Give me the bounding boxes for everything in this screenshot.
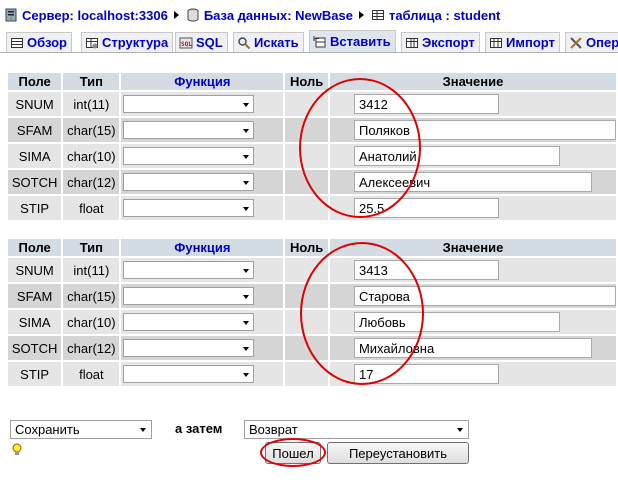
- field-type: float: [63, 196, 120, 220]
- column-header-type: Тип: [63, 73, 120, 90]
- field-name: STIP: [8, 362, 62, 386]
- tab-import-label: Импорт: [506, 35, 555, 50]
- after-insert-select[interactable]: Возврат: [244, 420, 469, 439]
- table-row: STIP float 17: [8, 362, 616, 386]
- table-icon: [371, 10, 384, 20]
- field-type: char(12): [63, 170, 120, 194]
- highlight-ellipse: [299, 78, 421, 218]
- tab-browse[interactable]: Обзор: [6, 32, 72, 52]
- tab-export[interactable]: Экспорт: [401, 32, 480, 52]
- function-cell: [121, 144, 284, 168]
- table-header-row: Поле Тип Функция Ноль Значение: [8, 239, 616, 256]
- function-cell: [121, 362, 284, 386]
- action-select[interactable]: Сохранить: [10, 420, 152, 439]
- tab-operations[interactable]: Опера: [565, 32, 618, 52]
- function-select[interactable]: [123, 339, 255, 357]
- highlight-ellipse: [300, 242, 424, 385]
- field-name: SNUM: [8, 92, 62, 116]
- function-select[interactable]: [123, 287, 255, 305]
- field-name: SFAM: [8, 284, 62, 308]
- tab-structure-label: Структура: [102, 35, 169, 50]
- breadcrumb-table[interactable]: таблица : student: [371, 8, 500, 23]
- field-name: STIP: [8, 196, 62, 220]
- highlight-ellipse: [260, 438, 326, 467]
- operations-icon: [570, 36, 582, 49]
- server-icon: [5, 8, 17, 22]
- function-select[interactable]: [123, 199, 255, 217]
- lightbulb-icon[interactable]: [11, 443, 23, 457]
- field-name: SFAM: [8, 118, 62, 142]
- field-name: SOTCH: [8, 170, 62, 194]
- field-name: SIMA: [8, 310, 62, 334]
- function-cell: [121, 118, 284, 142]
- breadcrumb-database[interactable]: База данных: NewBase: [186, 8, 353, 23]
- tab-sql-label: SQL: [196, 35, 223, 50]
- then-label: а затем: [175, 421, 223, 436]
- breadcrumb-server[interactable]: Сервер: localhost:3306: [4, 8, 168, 23]
- tab-search[interactable]: Искать: [233, 32, 304, 52]
- tab-bar: Обзор Структура SQL SQL Искать Вставить …: [0, 30, 618, 53]
- field-type: char(10): [63, 310, 120, 334]
- export-icon: [406, 37, 418, 48]
- function-select[interactable]: [123, 147, 255, 165]
- tab-insert[interactable]: Вставить: [309, 30, 396, 52]
- structure-icon: [86, 37, 98, 48]
- function-cell: [121, 310, 284, 334]
- column-header-null: Ноль: [285, 239, 328, 256]
- column-header-field: Поле: [8, 73, 62, 90]
- breadcrumb-separator-icon: [358, 11, 364, 19]
- field-type: char(15): [63, 284, 120, 308]
- field-type: char(10): [63, 144, 120, 168]
- function-cell: [121, 336, 284, 360]
- column-header-field: Поле: [8, 239, 62, 256]
- column-header-null: Ноль: [285, 73, 328, 90]
- function-cell: [121, 258, 284, 282]
- function-cell: [121, 284, 284, 308]
- function-select[interactable]: [123, 313, 255, 331]
- field-type: char(15): [63, 118, 120, 142]
- breadcrumb: Сервер: localhost:3306 База данных: NewB…: [4, 5, 500, 25]
- function-cell: [121, 92, 284, 116]
- tab-browse-label: Обзор: [27, 35, 67, 50]
- breadcrumb-server-label: Сервер: localhost:3306: [22, 7, 168, 23]
- column-header-type: Тип: [63, 239, 120, 256]
- tab-search-label: Искать: [254, 35, 299, 50]
- field-type: int(11): [63, 258, 120, 282]
- svg-text:SQL: SQL: [181, 41, 192, 48]
- tab-sql[interactable]: SQL SQL: [175, 32, 228, 52]
- field-name: SNUM: [8, 258, 62, 282]
- function-cell: [121, 196, 284, 220]
- tab-structure[interactable]: Структура: [81, 32, 174, 52]
- field-name: SOTCH: [8, 336, 62, 360]
- table-row: STIP float 25.5: [8, 196, 616, 220]
- browse-icon: [11, 37, 23, 48]
- database-icon: [187, 8, 199, 22]
- insert-icon: [313, 35, 326, 47]
- breadcrumb-database-label: База данных: NewBase: [203, 7, 353, 23]
- function-select[interactable]: [123, 121, 255, 139]
- table-header-row: Поле Тип Функция Ноль Значение: [8, 73, 616, 90]
- field-type: int(11): [63, 92, 120, 116]
- sql-icon: SQL: [179, 37, 193, 48]
- tab-operations-label: Опера: [586, 35, 618, 50]
- function-select[interactable]: [123, 95, 255, 113]
- function-cell: [121, 170, 284, 194]
- function-select[interactable]: [123, 261, 255, 279]
- tab-export-label: Экспорт: [422, 35, 475, 50]
- tab-import[interactable]: Импорт: [485, 32, 560, 52]
- import-icon: [490, 37, 502, 48]
- column-header-function[interactable]: Функция: [121, 239, 284, 256]
- field-type: float: [63, 362, 120, 386]
- function-select[interactable]: [123, 173, 255, 191]
- field-type: char(12): [63, 336, 120, 360]
- field-name: SIMA: [8, 144, 62, 168]
- search-icon: [238, 36, 251, 49]
- breadcrumb-table-label: таблица : student: [388, 7, 501, 23]
- function-select[interactable]: [123, 365, 255, 383]
- breadcrumb-separator-icon: [173, 11, 179, 19]
- tab-insert-label: Вставить: [330, 34, 391, 49]
- column-header-function[interactable]: Функция: [121, 73, 284, 90]
- reset-button[interactable]: Переустановить: [327, 442, 469, 464]
